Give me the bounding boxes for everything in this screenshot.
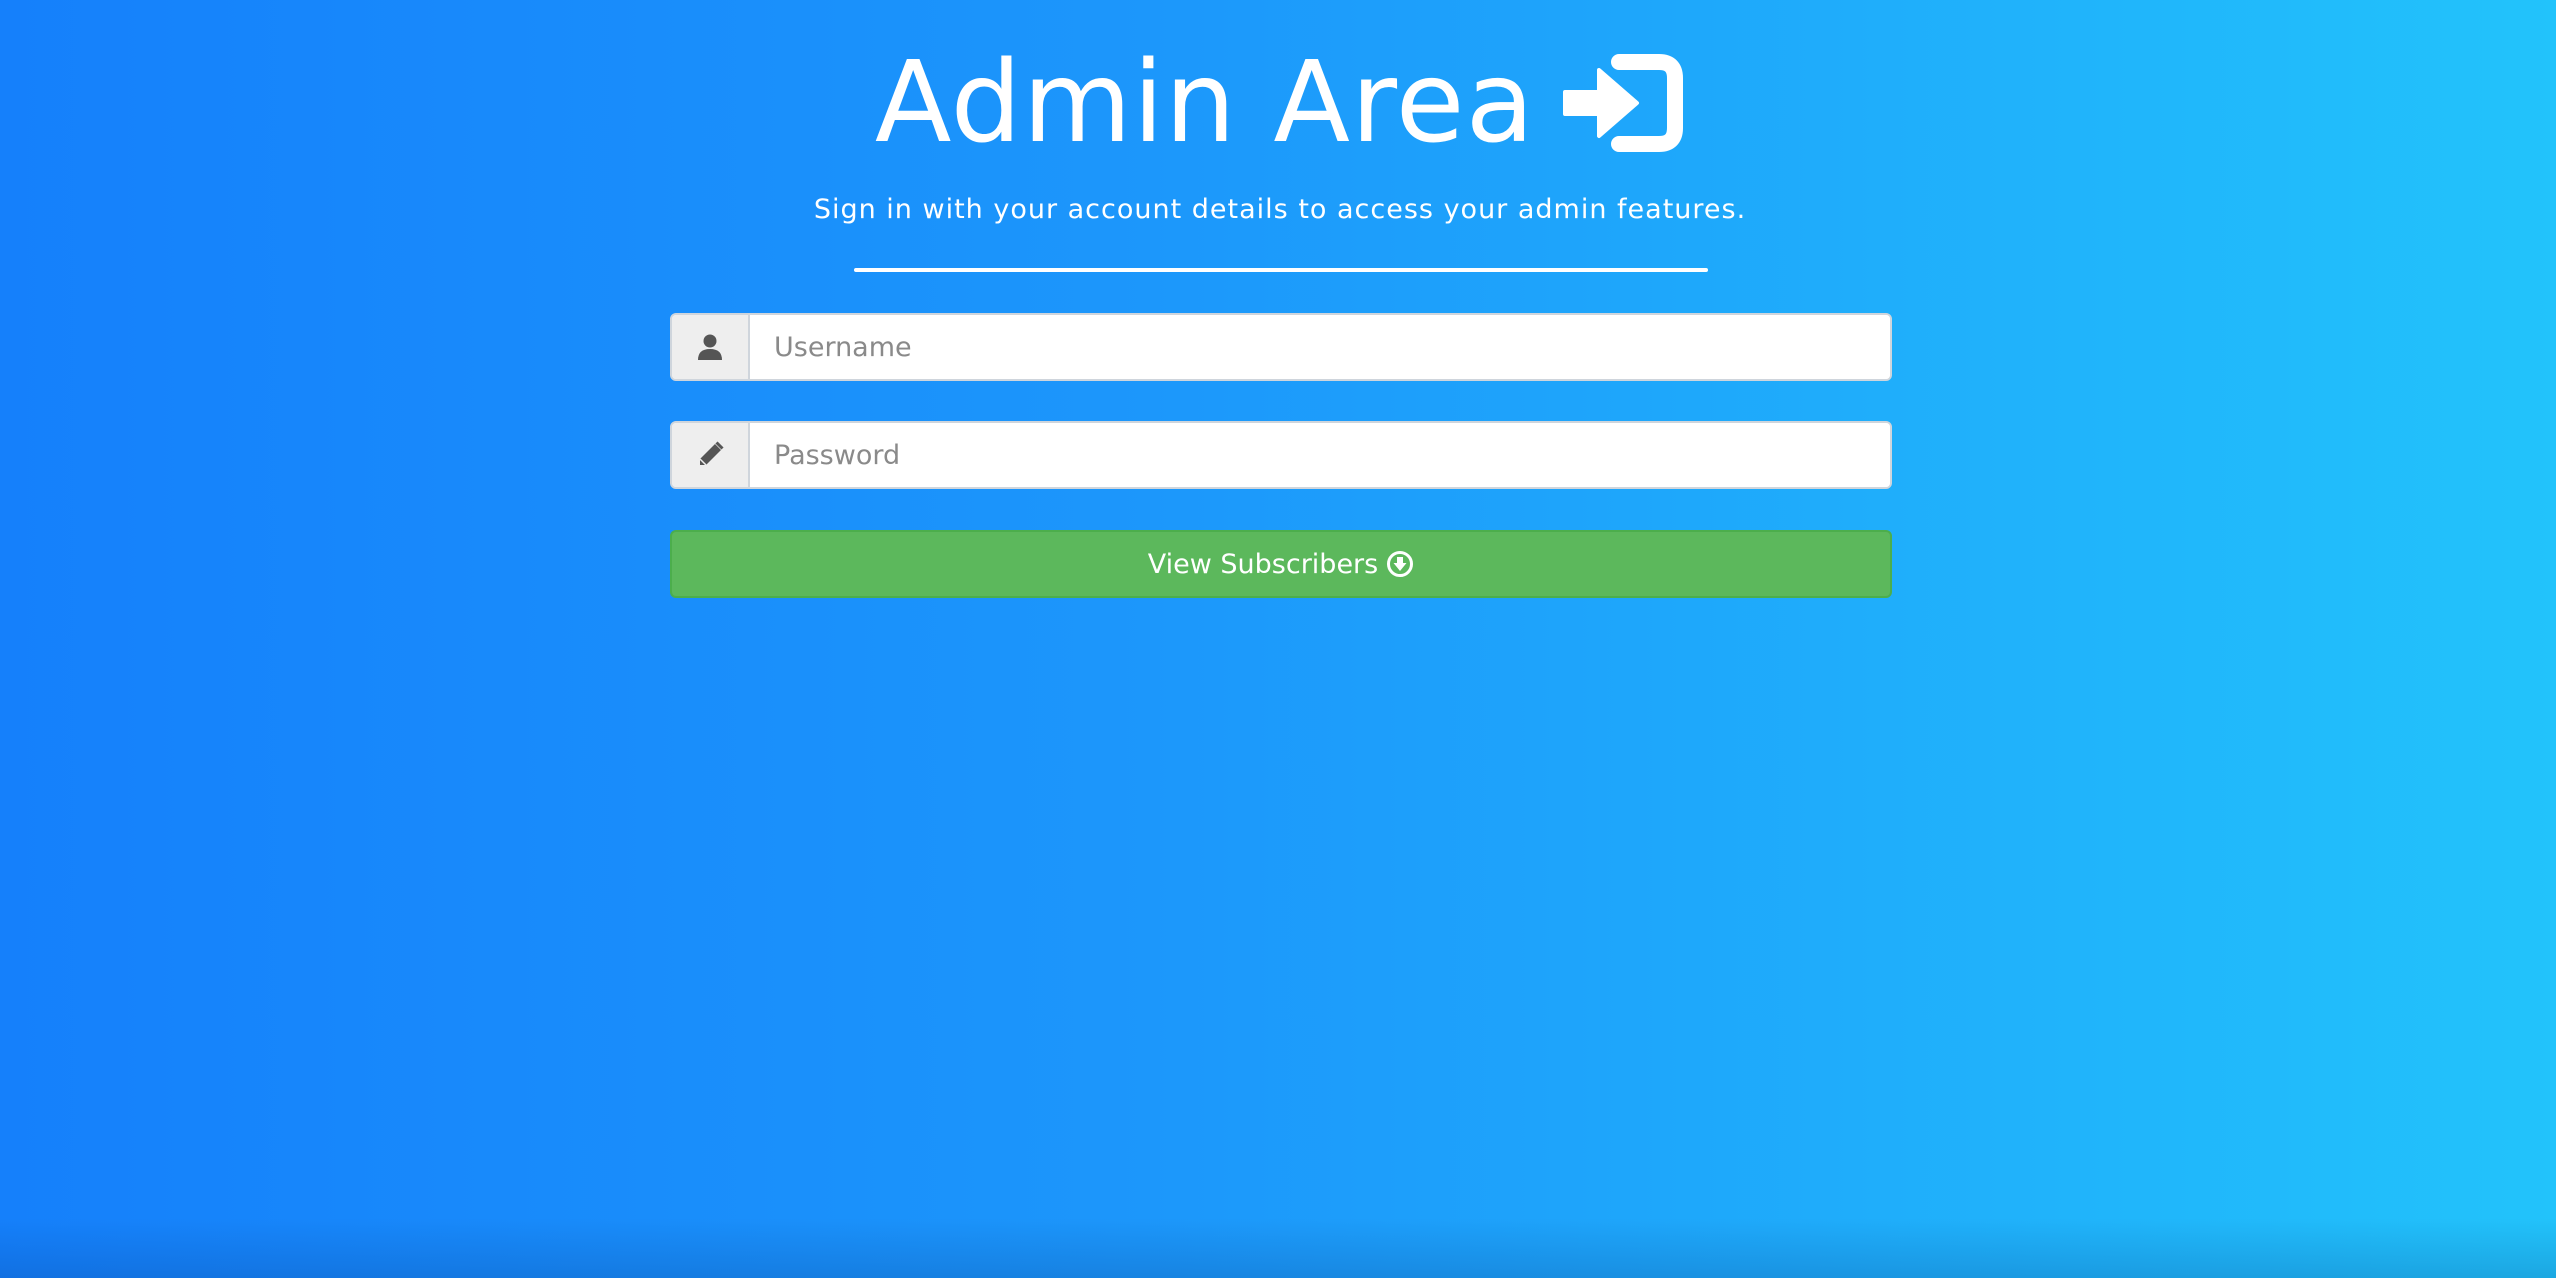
- page-subtitle: Sign in with your account details to acc…: [813, 194, 1747, 225]
- password-input[interactable]: [750, 423, 1890, 487]
- password-input-group: [670, 421, 1892, 489]
- user-icon: [698, 334, 722, 360]
- sign-in-icon: [1563, 54, 1684, 152]
- page-title: Admin Area: [874, 38, 1536, 168]
- username-addon: [672, 315, 750, 379]
- view-subscribers-label: View Subscribers: [1147, 548, 1379, 580]
- password-addon: [672, 423, 750, 487]
- circle-arrow-down-icon: [1387, 551, 1414, 577]
- header-divider: [854, 268, 1708, 272]
- view-subscribers-button[interactable]: View Subscribers: [670, 530, 1892, 598]
- bottom-shade: [0, 1218, 2556, 1278]
- username-input[interactable]: [750, 315, 1890, 379]
- page-header: Admin Area: [670, 38, 1890, 168]
- username-input-group: [670, 313, 1892, 381]
- pencil-icon: [699, 441, 724, 466]
